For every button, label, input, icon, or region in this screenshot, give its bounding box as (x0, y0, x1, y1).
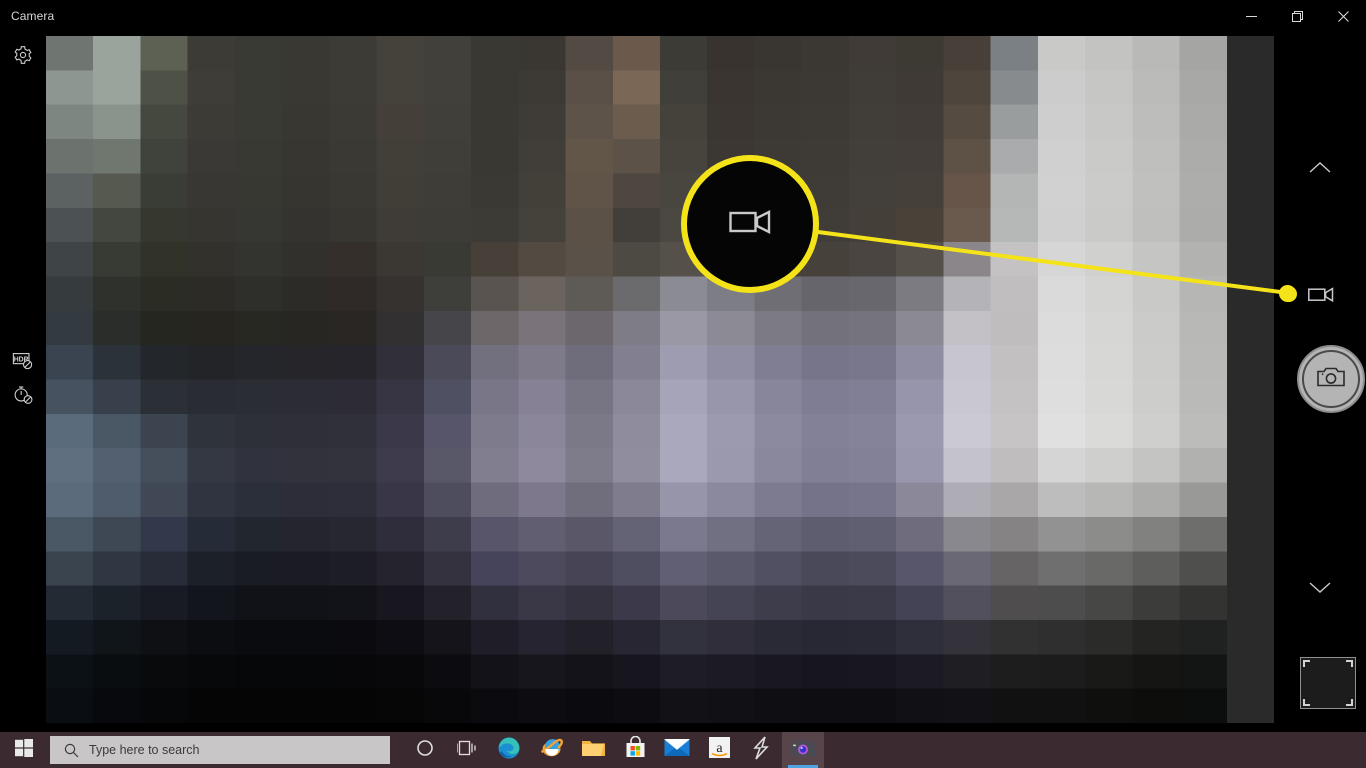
taskbar-app-lightning[interactable] (740, 732, 782, 768)
taskbar-app-internet-explorer[interactable] (530, 732, 572, 768)
svg-text:a: a (716, 741, 723, 756)
scroll-up-button[interactable] (1297, 150, 1343, 190)
cortana-button[interactable] (404, 732, 446, 768)
hdr-toggle-button[interactable]: HDR (4, 343, 42, 381)
internet-explorer-icon (539, 735, 564, 765)
window-title: Camera (11, 9, 55, 23)
timer-off-icon (12, 383, 34, 410)
taskbar-app-mail[interactable] (656, 732, 698, 768)
hdr-off-icon: HDR (12, 349, 34, 376)
video-camera-icon (729, 208, 771, 241)
chevron-down-icon (1309, 581, 1331, 599)
microsoft-store-icon (624, 735, 647, 764)
taskbar-app-edge[interactable] (488, 732, 530, 768)
amazon-icon: a (708, 736, 731, 764)
file-explorer-icon (581, 737, 606, 764)
task-view-button[interactable] (446, 732, 488, 768)
taskbar-search[interactable]: Type here to search (50, 736, 390, 764)
gallery-corner-tl (1303, 660, 1310, 667)
take-photo-button[interactable] (1297, 345, 1365, 413)
gallery-corner-bl (1303, 699, 1310, 706)
restore-button[interactable] (1274, 0, 1320, 32)
taskbar-app-camera[interactable] (782, 732, 824, 768)
window-controls (1228, 0, 1366, 32)
taskbar-app-file-explorer[interactable] (572, 732, 614, 768)
settings-icon (13, 45, 33, 70)
camera-right-toolbar (1274, 32, 1366, 732)
task-view-icon (456, 740, 477, 761)
edge-icon (497, 736, 521, 765)
annotation-endpoint-dot (1279, 285, 1296, 302)
cortana-icon (416, 739, 434, 762)
scroll-down-button[interactable] (1297, 570, 1343, 610)
preview-mosaic (46, 36, 1274, 723)
video-camera-icon (1306, 283, 1336, 305)
gallery-corner-br (1346, 699, 1353, 706)
taskbar-app-microsoft-store[interactable] (614, 732, 656, 768)
window-titlebar: Camera (0, 0, 1366, 32)
windows-logo-icon (15, 738, 33, 762)
camera-preview[interactable] (46, 36, 1274, 723)
camera-left-toolbar: HDR (0, 32, 46, 732)
taskbar-app-amazon[interactable]: a (698, 732, 740, 768)
gallery-thumbnail[interactable] (1300, 657, 1356, 709)
windows-taskbar: Type here to search a (0, 732, 1366, 768)
camera-app-body: HDR (0, 32, 1366, 760)
screen: Camera HDR Type here to search a (0, 0, 1366, 768)
annotation-callout (681, 155, 819, 293)
close-button[interactable] (1320, 0, 1366, 32)
mail-icon (664, 738, 690, 762)
taskbar-app-list: a (404, 732, 824, 768)
gallery-corner-tr (1346, 660, 1353, 667)
photo-timer-button[interactable] (4, 377, 42, 415)
lightning-bolt-icon (751, 735, 771, 765)
camera-app-icon (790, 738, 816, 763)
minimize-button[interactable] (1228, 0, 1274, 32)
settings-button[interactable] (4, 38, 42, 76)
shutter-ring (1302, 350, 1360, 408)
search-placeholder: Type here to search (89, 743, 200, 757)
camera-icon (1317, 366, 1345, 393)
start-button[interactable] (0, 732, 48, 768)
chevron-up-icon (1309, 161, 1331, 179)
search-icon (64, 743, 79, 758)
